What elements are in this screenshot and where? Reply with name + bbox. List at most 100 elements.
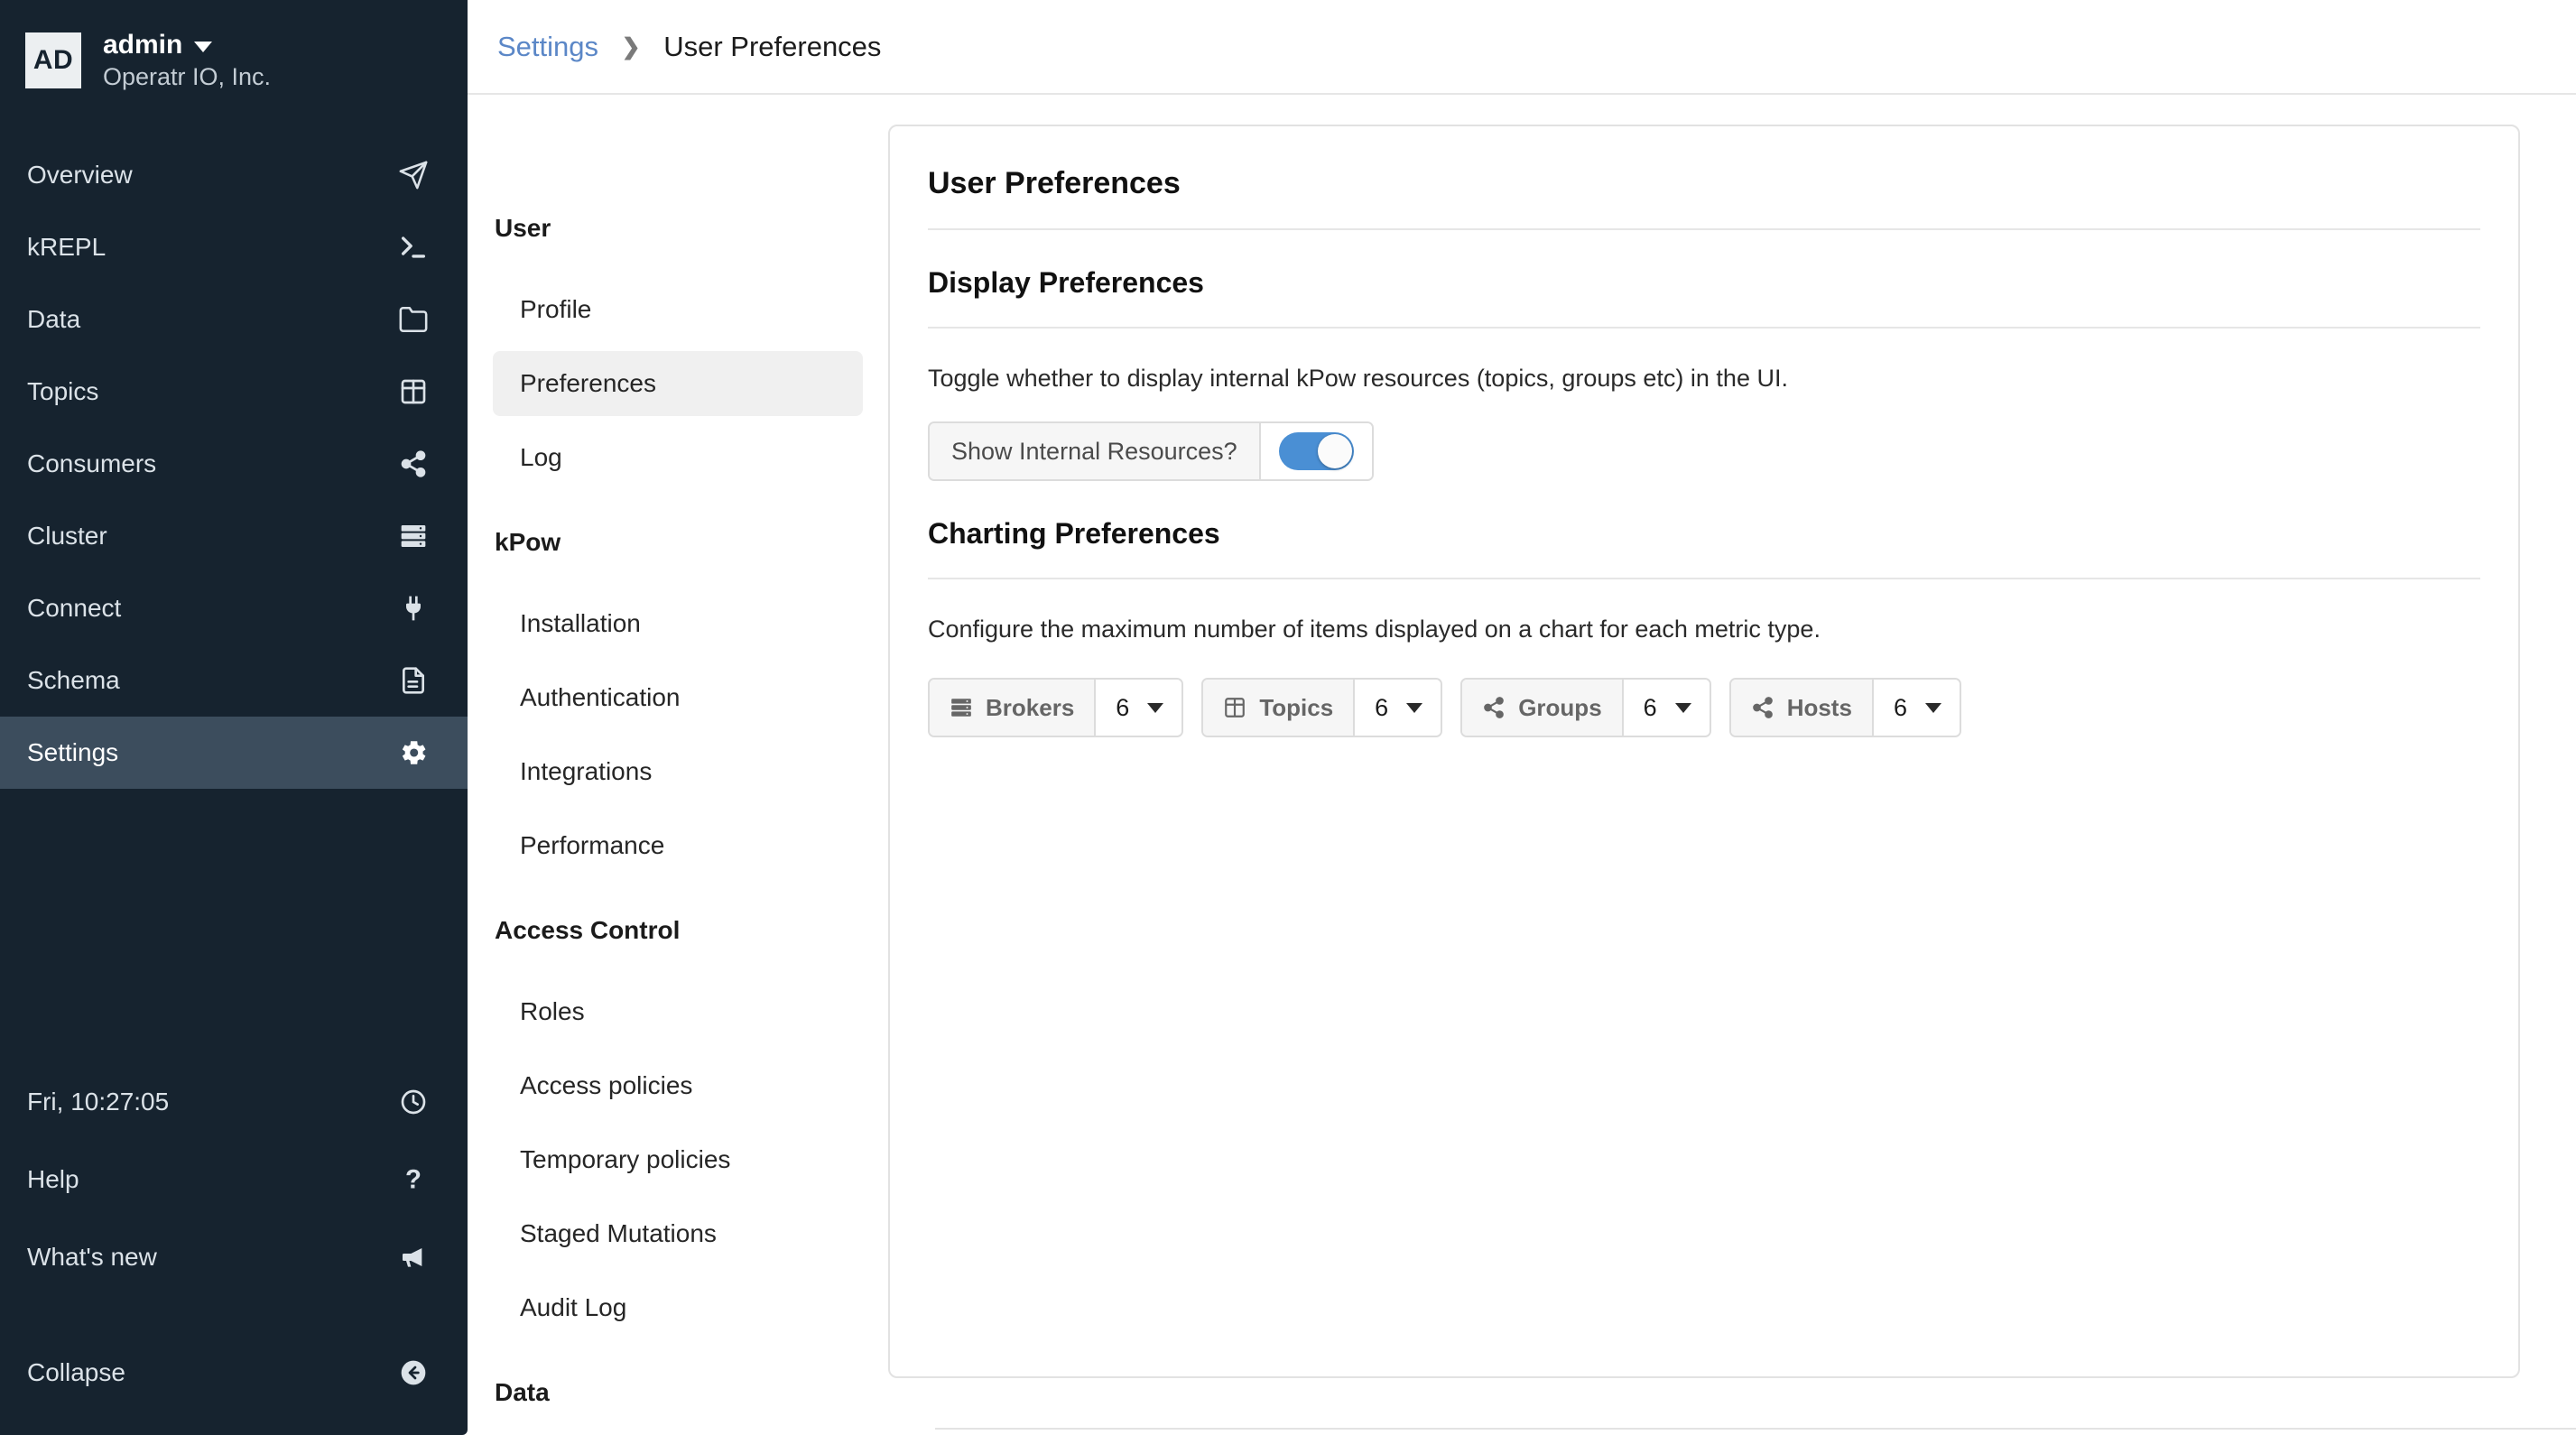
svg-text:?: ? — [405, 1165, 422, 1194]
subnav-group-title: Access Control — [495, 916, 681, 944]
sidebar-item-label: Connect — [27, 594, 122, 622]
sidebar-item-whats-new[interactable]: What's new — [0, 1218, 468, 1296]
sidebar-item-data[interactable]: Data — [0, 283, 468, 356]
sidebar-item-label: Overview — [27, 161, 133, 189]
subnav-item-roles[interactable]: Roles — [493, 979, 863, 1044]
metric-selector-hosts[interactable]: Hosts 6 — [1728, 678, 1961, 737]
user-org: Operatr IO, Inc. — [103, 63, 272, 91]
columns-icon — [395, 374, 431, 410]
footer-divider — [935, 1428, 2576, 1430]
folder-icon — [395, 301, 431, 338]
subnav-item-access-policies[interactable]: Access policies — [493, 1053, 863, 1118]
chevron-down-icon — [1924, 702, 1941, 713]
sidebar-clock-label: Fri, 10:27:05 — [27, 1088, 170, 1116]
user-name-row: admin — [103, 29, 271, 60]
subnav-item-profile[interactable]: Profile — [493, 277, 863, 342]
subnav-item-preferences[interactable]: Preferences — [493, 351, 863, 416]
metric-label-topics: Topics — [1203, 680, 1356, 736]
chevron-down-icon — [1674, 702, 1691, 713]
user-name: admin — [103, 29, 183, 60]
display-preferences-description: Toggle whether to display internal kPow … — [928, 365, 1788, 392]
sidebar-collapse-button[interactable]: Collapse — [0, 1334, 468, 1412]
sidebar-item-help[interactable]: Help ? — [0, 1141, 468, 1218]
subnav-item-authentication[interactable]: Authentication — [493, 665, 863, 730]
sidebar-item-consumers[interactable]: Consumers — [0, 428, 468, 500]
share-icon — [395, 446, 431, 482]
user-account-switcher[interactable]: AD admin Operatr IO, Inc. — [0, 0, 468, 101]
sidebar-item-label: kREPL — [27, 233, 107, 261]
sidebar-bottom-nav: Fri, 10:27:05 Help ? What's new Collapse — [0, 1063, 468, 1435]
sidebar: AD admin Operatr IO, Inc. Overview kREPL — [0, 0, 468, 1435]
sidebar-item-label: Collapse — [27, 1358, 125, 1386]
subnav-group-title: User — [495, 214, 551, 242]
show-internal-resources-toggle[interactable]: Show Internal Resources? — [928, 421, 1374, 481]
metric-label-text: Hosts — [1786, 693, 1852, 721]
metric-value-brokers[interactable]: 6 — [1096, 680, 1182, 736]
subnav-item-audit-log[interactable]: Audit Log — [493, 1275, 863, 1340]
charting-preferences-description: Configure the maximum number of items di… — [928, 616, 1821, 643]
question-mark-icon: ? — [395, 1162, 431, 1198]
terminal-icon — [395, 229, 431, 265]
sidebar-item-label: Data — [27, 305, 81, 333]
subnav-group-title: kPow — [495, 528, 561, 556]
subnav-item-staged-mutations[interactable]: Staged Mutations — [493, 1201, 863, 1266]
breadcrumb-settings-link[interactable]: Settings — [497, 31, 598, 62]
page-title: User Preferences — [928, 126, 2480, 230]
clock-icon — [395, 1084, 431, 1120]
sidebar-item-label: Topics — [27, 377, 99, 405]
share-icon — [1751, 696, 1774, 719]
metric-value-topics[interactable]: 6 — [1355, 680, 1441, 736]
breadcrumb: Settings ❯ User Preferences — [497, 31, 881, 63]
metric-value-text: 6 — [1643, 693, 1657, 721]
display-preferences-heading: Display Preferences — [928, 230, 2480, 329]
metric-selector-brokers[interactable]: Brokers 6 — [928, 678, 1184, 737]
chevron-down-icon — [1406, 702, 1423, 713]
file-text-icon — [395, 662, 431, 699]
megaphone-icon — [395, 1239, 431, 1275]
metric-selector-row: Brokers 6 Topics 6 Groups 6 Hosts 6 — [928, 678, 2480, 737]
sidebar-item-schema[interactable]: Schema — [0, 644, 468, 717]
metric-value-text: 6 — [1893, 693, 1907, 721]
sidebar-item-krepl[interactable]: kREPL — [0, 211, 468, 283]
metric-value-hosts[interactable]: 6 — [1873, 680, 1960, 736]
sidebar-item-connect[interactable]: Connect — [0, 572, 468, 644]
sidebar-item-label: What's new — [27, 1243, 157, 1271]
subnav-group-kpow: kPow Installation Authentication Integra… — [468, 519, 888, 878]
sidebar-item-cluster[interactable]: Cluster — [0, 500, 468, 572]
subnav-item-temporary-policies[interactable]: Temporary policies — [493, 1127, 863, 1192]
metric-value-text: 6 — [1116, 693, 1130, 721]
metric-label-text: Brokers — [986, 693, 1075, 721]
sidebar-item-label: Cluster — [27, 522, 107, 550]
app-root: AD admin Operatr IO, Inc. Overview kREPL — [0, 0, 2576, 1435]
subnav-item-log[interactable]: Log — [493, 425, 863, 490]
server-icon — [950, 696, 973, 719]
sidebar-clock: Fri, 10:27:05 — [0, 1063, 468, 1141]
metric-selector-groups[interactable]: Groups 6 — [1460, 678, 1711, 737]
nav-gap — [0, 1296, 468, 1334]
subnav-item-performance[interactable]: Performance — [493, 813, 863, 878]
settings-subnav: User Profile Preferences Log kPow Instal… — [468, 95, 888, 1435]
subnav-group-user: User Profile Preferences Log — [468, 205, 888, 490]
subnav-item-integrations[interactable]: Integrations — [493, 739, 863, 804]
content-wrap: User Preferences Display Preferences Tog… — [888, 95, 2576, 1435]
sidebar-item-overview[interactable]: Overview — [0, 139, 468, 211]
avatar: AD — [25, 32, 81, 88]
subnav-item-installation[interactable]: Installation — [493, 591, 863, 656]
server-icon — [395, 518, 431, 554]
sidebar-item-label: Help — [27, 1165, 79, 1193]
toggle-knob — [1317, 434, 1352, 468]
metric-value-groups[interactable]: 6 — [1623, 680, 1710, 736]
sidebar-item-settings[interactable]: Settings — [0, 717, 468, 789]
main-area: Settings ❯ User Preferences User Profile… — [468, 0, 2576, 1435]
body-area: User Profile Preferences Log kPow Instal… — [468, 95, 2576, 1435]
preferences-card: User Preferences Display Preferences Tog… — [888, 125, 2520, 1378]
sidebar-item-topics[interactable]: Topics — [0, 356, 468, 428]
metric-selector-topics[interactable]: Topics 6 — [1201, 678, 1443, 737]
metric-label-text: Groups — [1518, 693, 1602, 721]
primary-nav: Overview kREPL Data Topics Consumers Clu… — [0, 139, 468, 789]
toggle-switch-on[interactable] — [1278, 432, 1354, 470]
chevron-down-icon — [194, 41, 213, 52]
toggle-switch-cell[interactable] — [1260, 423, 1372, 479]
metric-label-groups: Groups — [1462, 680, 1624, 736]
